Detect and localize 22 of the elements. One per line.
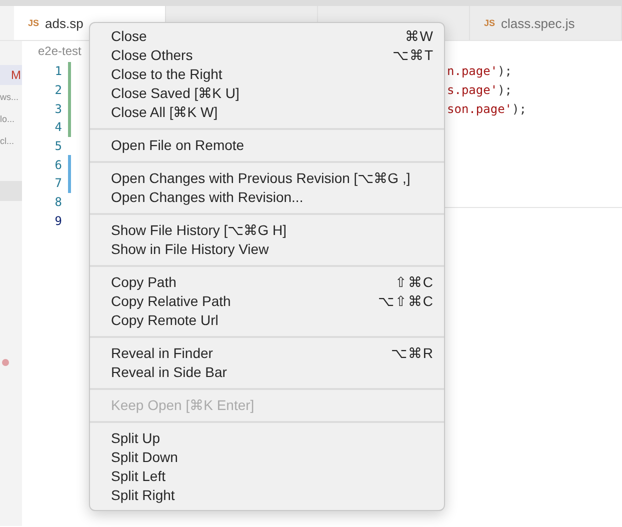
line-number: 9 <box>54 214 62 228</box>
code-text: n.page'); <box>447 64 512 78</box>
shortcut-label: ⌘W <box>404 27 434 46</box>
shortcut-label: ⌥⌘R <box>390 344 434 363</box>
shortcut-label: ⌥⌘T <box>392 46 434 65</box>
shortcut-label: ⌥⇧⌘C <box>378 292 434 311</box>
line-number: 7 <box>54 176 62 190</box>
line-number: 3 <box>54 102 62 116</box>
shortcut-label: ⇧⌘C <box>394 273 434 292</box>
tab-label: ads.sp <box>45 16 84 30</box>
code-text: s.page'); <box>447 83 512 98</box>
js-file-icon: JS <box>484 18 496 28</box>
line-number: 6 <box>54 158 62 172</box>
line-number: 5 <box>54 139 62 154</box>
line-number: 2 <box>54 83 62 98</box>
breadcrumb: e2e-test <box>38 44 82 58</box>
line-number: 1 <box>54 64 62 78</box>
code-text: son.page'); <box>447 102 526 116</box>
line-number: 8 <box>54 195 62 210</box>
line-number: 4 <box>54 120 62 134</box>
js-file-icon: JS <box>28 18 40 28</box>
tab-label: class.spec.js <box>501 16 575 30</box>
